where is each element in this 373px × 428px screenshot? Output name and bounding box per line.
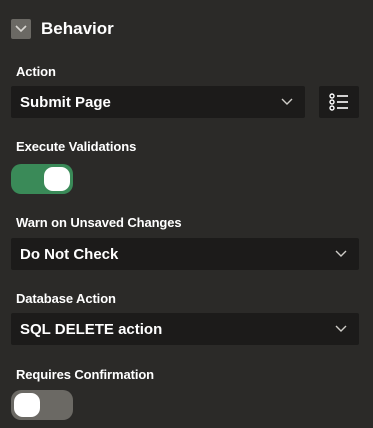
switch-knob: [14, 393, 40, 417]
database-action-select-value: SQL DELETE action: [20, 320, 163, 338]
chevron-down-icon[interactable]: [11, 19, 31, 39]
warn-unsaved-select-value: Do Not Check: [20, 245, 119, 263]
chevron-down-icon: [335, 325, 347, 333]
list-icon: [329, 93, 349, 111]
warn-unsaved-select[interactable]: Do Not Check: [11, 238, 359, 270]
action-select[interactable]: Submit Page: [11, 86, 305, 118]
section-title: Behavior: [41, 19, 114, 38]
requires-confirmation-label: Requires Confirmation: [16, 367, 155, 382]
chevron-down-icon: [335, 250, 347, 258]
behavior-panel: Behavior Action Submit Page Execute Vali…: [0, 0, 373, 428]
list-button[interactable]: [319, 86, 359, 118]
chevron-down-icon: [281, 98, 293, 106]
database-action-select[interactable]: SQL DELETE action: [11, 313, 359, 345]
action-label: Action: [16, 64, 56, 79]
warn-unsaved-label: Warn on Unsaved Changes: [16, 215, 182, 230]
database-action-label: Database Action: [16, 291, 116, 306]
action-select-value: Submit Page: [20, 93, 111, 111]
switch-knob: [44, 167, 70, 191]
execute-validations-switch[interactable]: [11, 164, 73, 194]
requires-confirmation-switch[interactable]: [11, 390, 73, 420]
execute-validations-label: Execute Validations: [16, 139, 137, 154]
section-header[interactable]: Behavior: [11, 14, 114, 44]
